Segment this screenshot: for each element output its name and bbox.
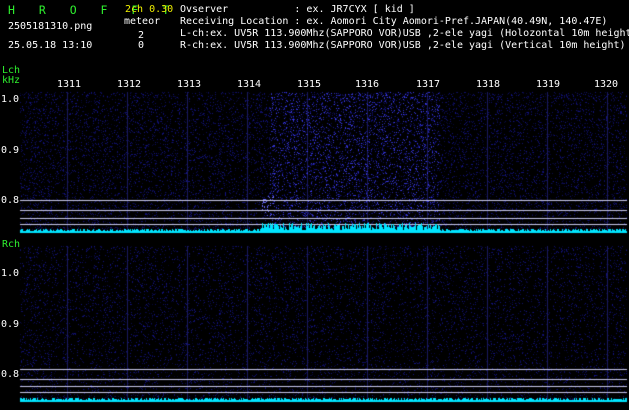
lch-ytick-1: 1.0 [1,94,20,105]
lch-receiver-line: L-ch:ex. UV5R 113.900Mhz(SAPPORO VOR)USB… [180,28,629,39]
rch-ytick-0-9: 0.9 [1,319,20,330]
location-line: Receiving Location : ex. Aomori City Aom… [180,16,608,27]
time-label: 1317 [416,79,441,90]
channel-mode: 2ch 0.30 [125,4,174,15]
rch-ytick-0-8: 0.8 [1,369,20,380]
time-label: 1315 [297,79,322,90]
rch-ytick-1: 1.0 [1,268,20,279]
spectrogram-canvas [0,0,629,410]
time-label: 1320 [594,79,619,90]
time-label: 1316 [355,79,380,90]
lch-ytick-0-8: 0.8 [1,195,20,206]
time-label: 1312 [117,79,142,90]
lch-ytick-0-9: 0.9 [1,145,20,156]
rch-label: Rch [2,239,21,250]
time-label: 1313 [177,79,202,90]
datetime: 25.05.18 13:10 [8,40,93,51]
observer-line: Ovserver : ex. JR7CYX [ kid ] [180,4,415,15]
meteor-label: meteor [124,16,161,27]
lch-unit: kHz [2,75,21,86]
time-label: 1319 [536,79,561,90]
time-label: 1318 [476,79,501,90]
time-label: 1311 [57,79,82,90]
rch-receiver-line: R-ch:ex. UV5R 113.900Mhz(SAPPORO VOR)USB… [180,40,626,51]
meteor-count-rch: 0 [138,40,145,51]
time-label: 1314 [237,79,262,90]
filename: 2505181310.png [8,21,93,32]
